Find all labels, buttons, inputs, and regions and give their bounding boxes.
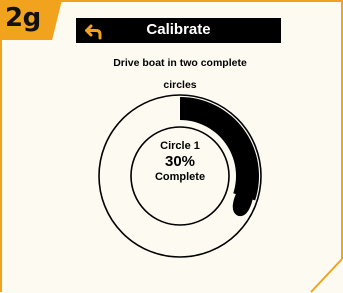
instruction-line-1: Drive boat in two complete xyxy=(113,57,247,69)
title-bar: Calibrate xyxy=(76,18,281,43)
step-badge: 2g xyxy=(0,0,62,40)
screen-title: Calibrate xyxy=(146,21,211,38)
complete-label: Complete xyxy=(154,171,206,183)
instruction-text: Drive boat in two complete circles xyxy=(66,52,294,96)
dial-center-text: Circle 1 30% Complete xyxy=(96,140,264,184)
circle-label: Circle 1 xyxy=(160,140,200,152)
step-badge-label: 2g xyxy=(5,3,41,33)
percent-value: 30% xyxy=(164,153,196,170)
frame-corner-cut xyxy=(310,258,343,293)
